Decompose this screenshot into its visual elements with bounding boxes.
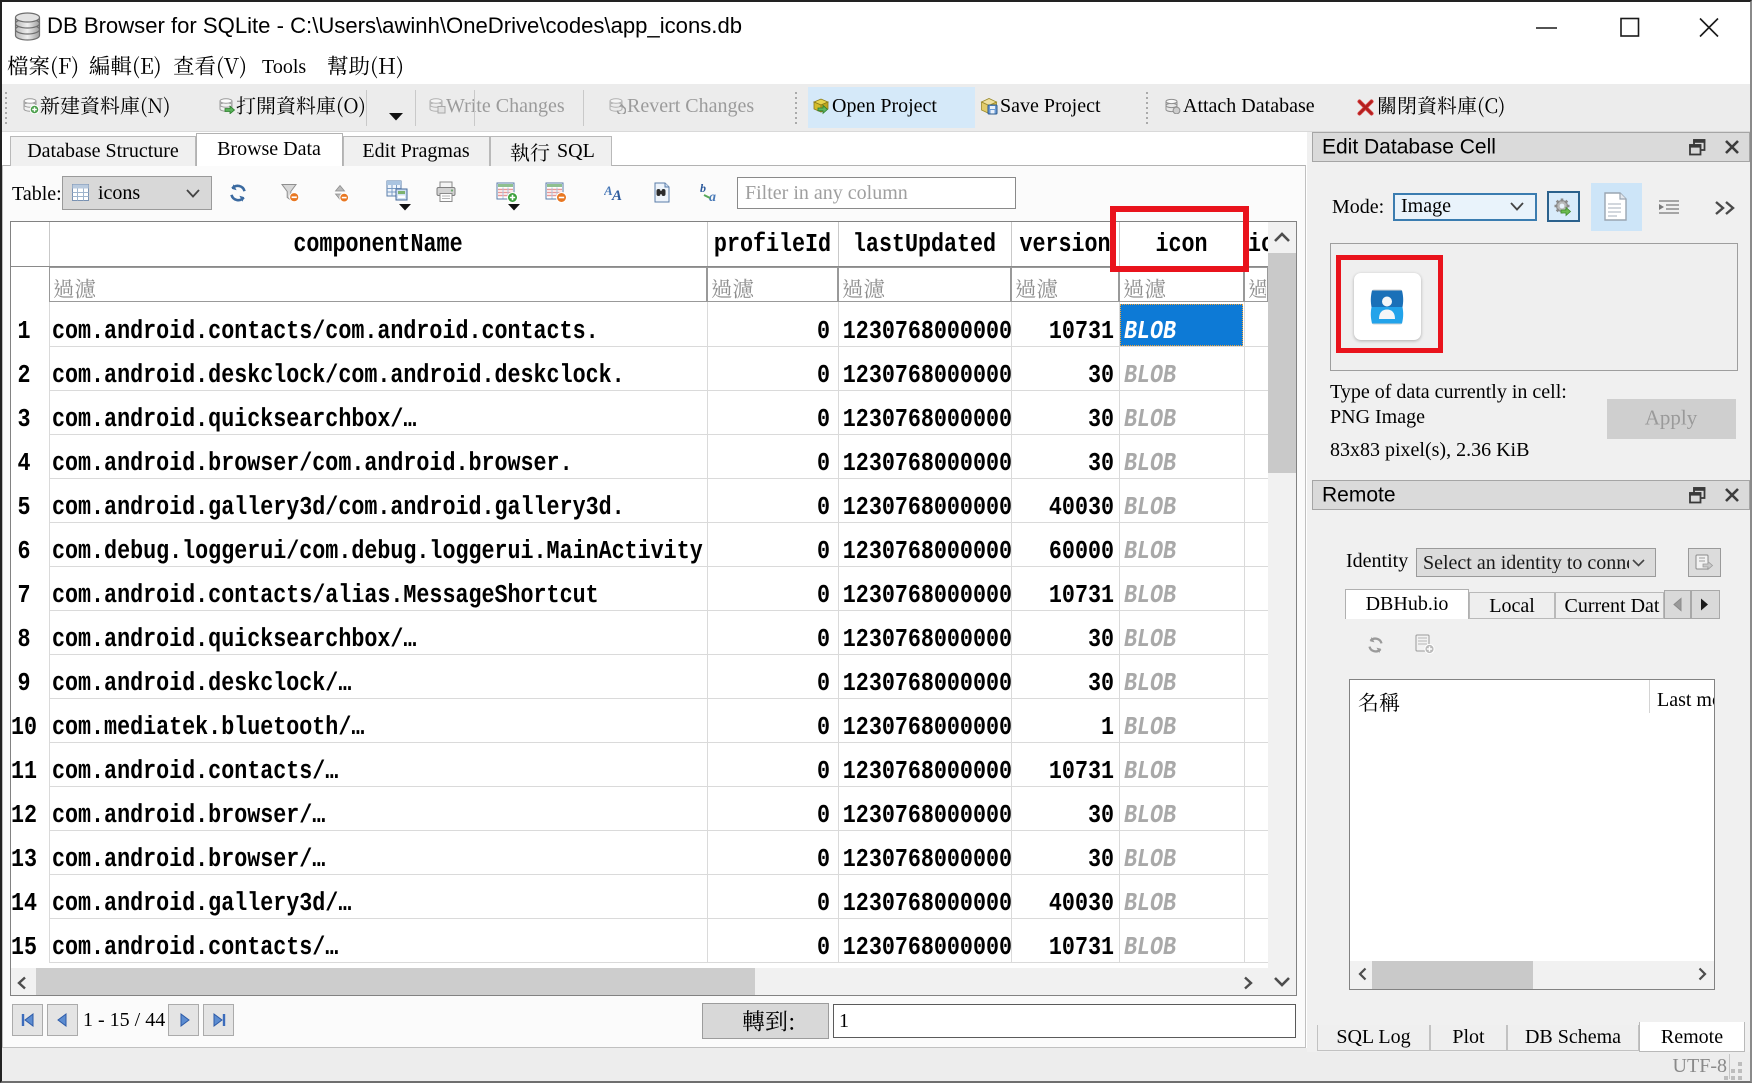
svg-text:b: b <box>700 182 706 195</box>
svg-text:A: A <box>611 188 622 203</box>
